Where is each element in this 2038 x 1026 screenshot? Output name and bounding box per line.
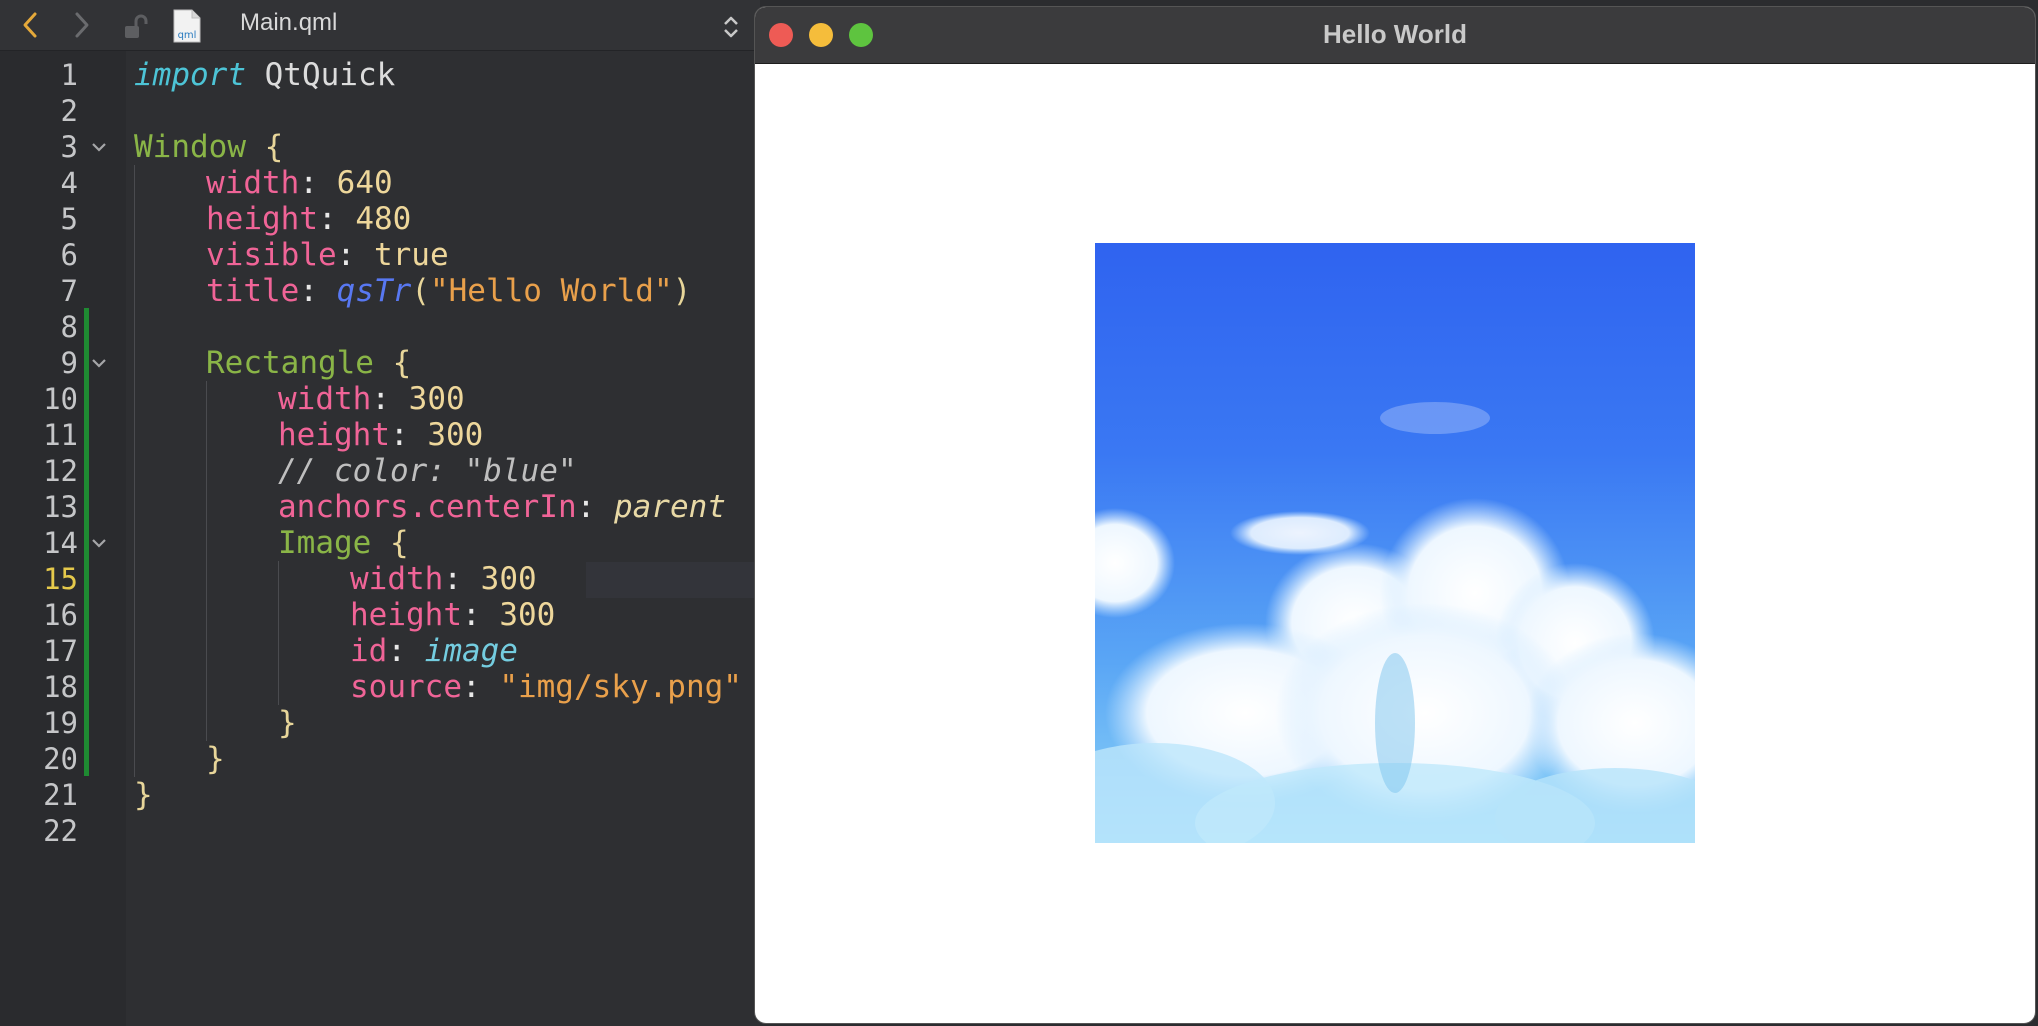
file-switcher-icon[interactable] [722,14,740,40]
current-line-number: 15 [43,562,78,596]
line-number: 3 [60,130,78,164]
line-number: 6 [60,238,78,272]
line-number: 10 [43,382,78,416]
hello-world-window: Hello World [754,6,2036,1024]
line-number: 22 [43,814,78,848]
line-number: 7 [60,274,78,308]
code-line-12: // color: "blue" [278,453,577,489]
code-line-16: height: 300 [350,597,556,633]
svg-text:qml: qml [178,30,197,41]
sky-image [1095,243,1695,843]
line-number: 4 [60,166,78,200]
indent-guide [134,165,135,777]
chevron-right-icon[interactable] [70,11,94,39]
code-line-5: height: 480 [206,201,412,237]
code-line-1: import QtQuick [134,57,396,93]
line-number-gutter: 1 2 3 4 5 6 7 8 9 10 11 12 13 14 15 16 1… [0,51,126,1026]
line-number: 16 [43,598,78,632]
code-line-14: Image { [278,525,409,561]
code-line-7: title: qsTr("Hello World") [206,273,692,309]
code-line-9: Rectangle { [206,345,412,381]
line-number: 18 [43,670,78,704]
code-line-15: width: 300 [350,561,537,597]
line-number: 5 [60,202,78,236]
window-titlebar[interactable]: Hello World [755,7,2035,64]
indent-guide [206,381,207,741]
line-number: 12 [43,454,78,488]
line-number: 9 [60,346,78,380]
line-number: 20 [43,742,78,776]
code-line-11: height: 300 [278,417,484,453]
line-number: 17 [43,634,78,668]
line-number: 21 [43,778,78,812]
code-line-19: } [278,705,297,741]
qml-file-icon: qml [172,9,202,43]
indent-guide [278,561,279,705]
fold-chevron-icon[interactable] [90,138,108,156]
line-number: 1 [60,58,78,92]
code-line-4: width: 640 [206,165,393,201]
window-title: Hello World [1323,19,1467,49]
code-line-6: visible: true [206,237,449,273]
code-line-20: } [206,741,225,777]
modified-lines-marker [84,308,89,776]
line-number: 19 [43,706,78,740]
chevron-left-icon[interactable] [18,11,42,39]
code-line-21: } [134,777,153,813]
line-number: 2 [60,94,78,128]
fold-chevron-icon[interactable] [90,534,108,552]
editor-toolbar: qml Main.qml [0,0,760,51]
code-line-13: anchors.centerIn: parent [278,489,726,525]
line-number: 11 [43,418,78,452]
code-line-3: Window { [134,129,284,165]
code-line-10: width: 300 [278,381,465,417]
current-line-highlight [586,562,760,598]
file-name-label[interactable]: Main.qml [240,9,337,37]
fold-chevron-icon[interactable] [90,354,108,372]
line-number: 8 [60,310,78,344]
unlocked-icon[interactable] [122,14,148,40]
code-line-18: source: "img/sky.png" [350,669,742,705]
line-number: 13 [43,490,78,524]
code-line-17: id: image [350,633,518,669]
line-number: 14 [43,526,78,560]
